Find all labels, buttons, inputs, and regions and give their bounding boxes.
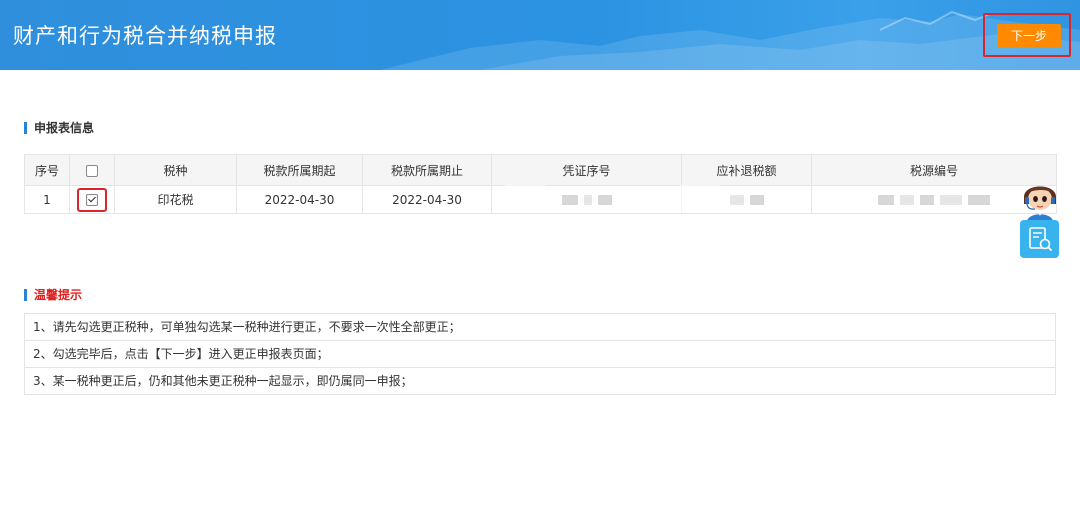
row-tax-type: 印花税 <box>114 185 237 214</box>
column-header-tax-amount: 应补退税额 <box>681 154 812 186</box>
column-header-period-start: 税款所属期起 <box>236 154 363 186</box>
select-all-checkbox[interactable] <box>86 164 98 177</box>
tips-section-title: 温馨提示 <box>24 289 82 301</box>
customer-service-avatar-icon[interactable] <box>1017 177 1063 221</box>
tip-item: 1、请先勾选更正税种，可单独勾选某一税种进行更正，不要求一次性全部更正； <box>25 314 1055 341</box>
table-header-row: 序号 税种 税款所属期起 税款所属期止 凭证序号 应补退税额 税源编号 <box>24 154 1057 186</box>
column-header-period-end: 税款所属期止 <box>362 154 492 186</box>
document-search-icon <box>1029 227 1052 251</box>
column-header-voucher-no: 凭证序号 <box>491 154 682 186</box>
row-checkbox[interactable] <box>86 194 98 206</box>
next-step-button[interactable]: 下一步 <box>997 24 1061 48</box>
row-checkbox-highlight <box>77 187 107 212</box>
tips-list: 1、请先勾选更正税种，可单独勾选某一税种进行更正，不要求一次性全部更正； 2、勾… <box>24 313 1056 395</box>
tip-item: 3、某一税种更正后，仍和其他未更正税种一起显示，即仍属同一申报； <box>33 374 413 388</box>
page-header: 财产和行为税合并纳税申报 下一步 <box>0 0 1080 70</box>
row-select-cell <box>69 185 115 214</box>
document-search-button[interactable] <box>1020 220 1059 258</box>
redaction-smudge <box>680 185 720 213</box>
column-header-index: 序号 <box>24 154 70 186</box>
column-header-tax-type: 税种 <box>114 154 237 186</box>
page-title: 财产和行为税合并纳税申报 <box>13 24 277 48</box>
column-header-select <box>69 154 115 186</box>
row-index: 1 <box>24 185 70 214</box>
row-period-start: 2022-04-30 <box>236 185 363 214</box>
next-button-highlight: 下一步 <box>983 13 1071 57</box>
declaration-section-title: 申报表信息 <box>24 122 94 134</box>
redaction-smudge <box>505 185 545 213</box>
row-period-end: 2022-04-30 <box>362 185 492 214</box>
tip-item: 2、勾选完毕后，点击【下一步】进入更正申报表页面； <box>25 341 1055 368</box>
